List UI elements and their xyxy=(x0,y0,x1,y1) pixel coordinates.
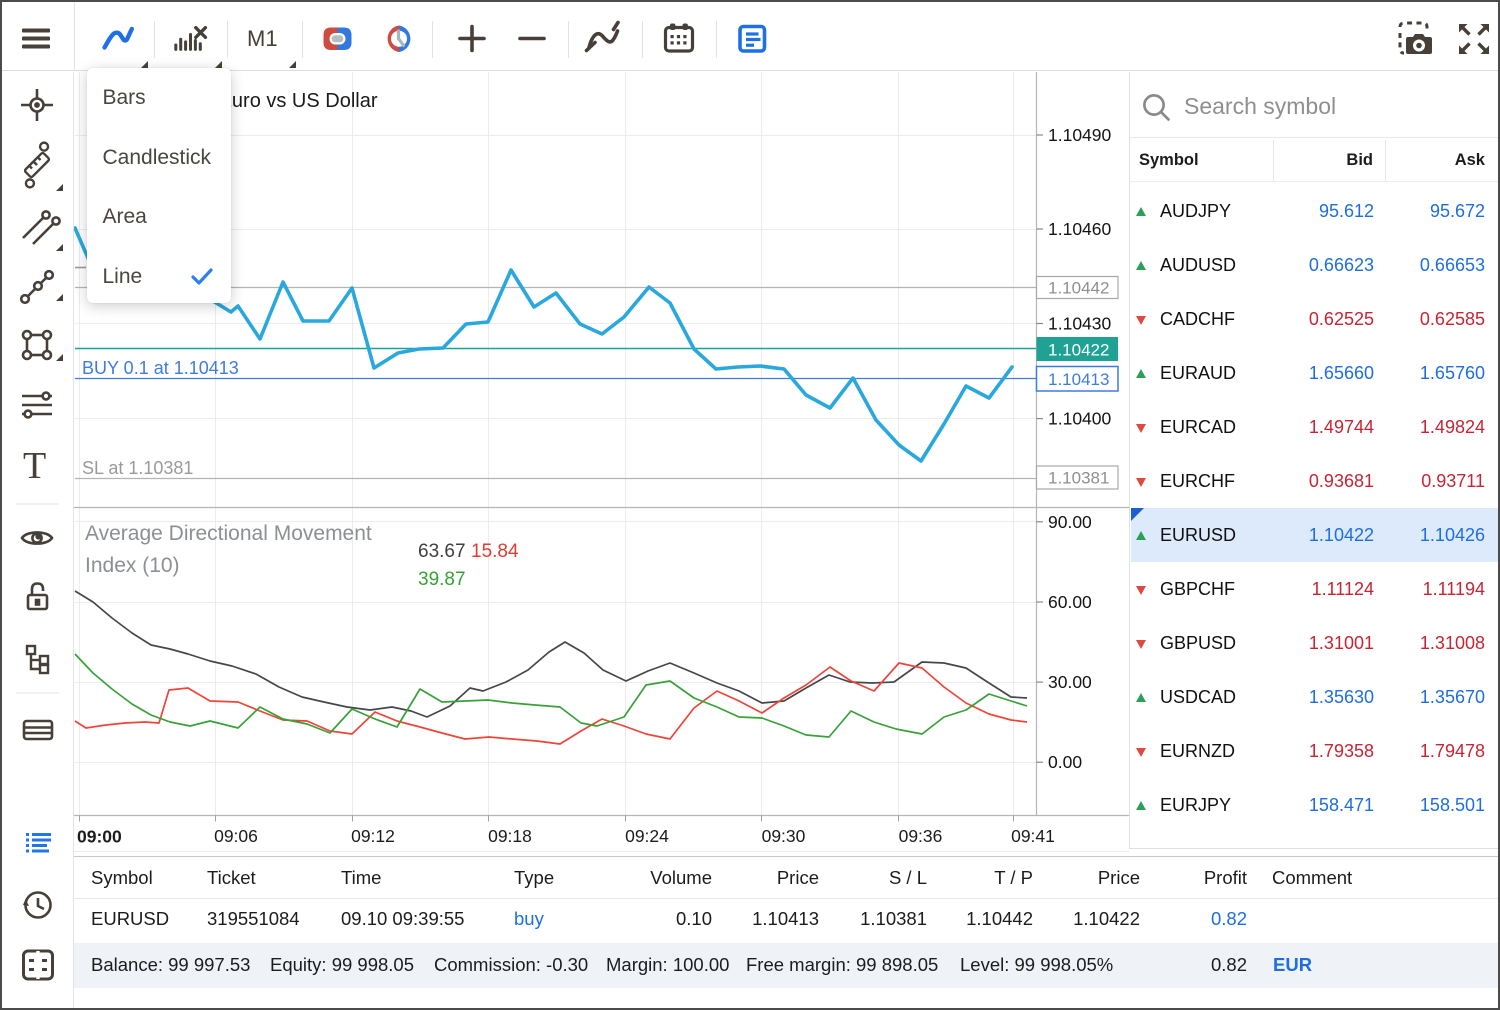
svg-text:1.10381: 1.10381 xyxy=(1048,469,1109,488)
svg-text:1.10442: 1.10442 xyxy=(1048,279,1109,298)
svg-text:SL at 1.10381: SL at 1.10381 xyxy=(82,458,193,478)
svg-text:09:24: 09:24 xyxy=(625,826,669,846)
svg-text:09:41: 09:41 xyxy=(1011,826,1055,846)
svg-text:09:06: 09:06 xyxy=(214,826,258,846)
svg-text:M1: M1 xyxy=(247,26,278,51)
svg-text:1.10422: 1.10422 xyxy=(1048,341,1109,360)
svg-text:T: T xyxy=(23,445,46,487)
svg-text:09:30: 09:30 xyxy=(762,826,806,846)
svg-text:90.00: 90.00 xyxy=(1048,512,1092,532)
svg-text:BUY 0.1 at 1.10413: BUY 0.1 at 1.10413 xyxy=(82,358,239,378)
svg-text:1.10413: 1.10413 xyxy=(1048,370,1109,389)
svg-text:39.87: 39.87 xyxy=(418,569,466,590)
svg-text:1.10490: 1.10490 xyxy=(1048,125,1112,145)
svg-text:Average Directional Movement: Average Directional Movement xyxy=(85,522,372,545)
svg-text:60.00: 60.00 xyxy=(1048,592,1092,612)
svg-text:09:12: 09:12 xyxy=(351,826,395,846)
svg-text:63.67: 63.67 xyxy=(418,541,466,562)
svg-text:09:36: 09:36 xyxy=(899,826,943,846)
svg-text:30.00: 30.00 xyxy=(1048,672,1092,692)
svg-text:09:18: 09:18 xyxy=(488,826,532,846)
svg-text:15.84: 15.84 xyxy=(471,541,519,562)
svg-text:1.10460: 1.10460 xyxy=(1048,219,1112,239)
svg-text:Index (10): Index (10) xyxy=(85,554,180,577)
svg-text:1.10400: 1.10400 xyxy=(1048,409,1112,429)
svg-text:09:00: 09:00 xyxy=(77,827,122,847)
svg-text:1.10430: 1.10430 xyxy=(1048,314,1112,334)
svg-text:0.00: 0.00 xyxy=(1048,752,1082,772)
